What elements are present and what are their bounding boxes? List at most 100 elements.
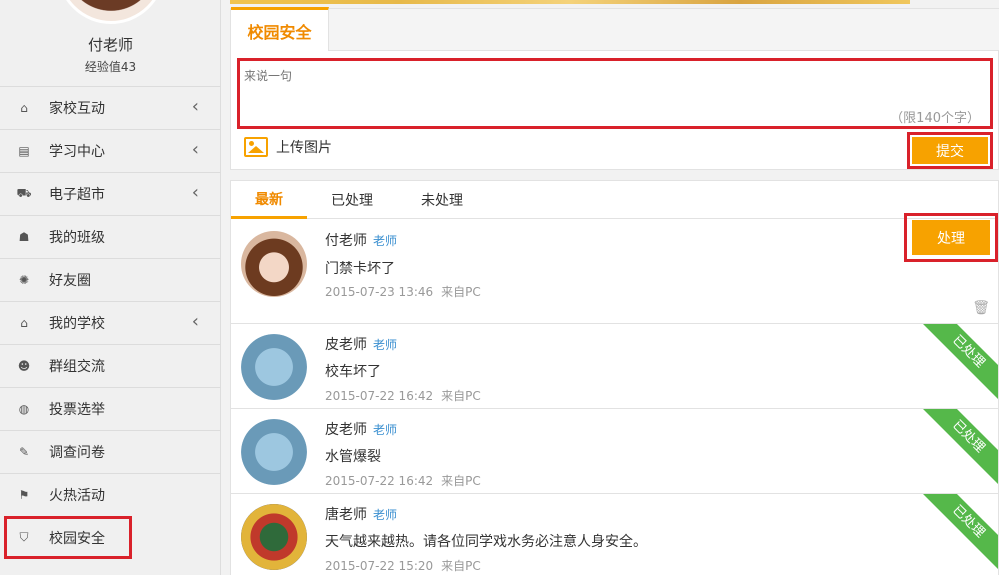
- item-timestamp: 2015-07-22 16:42: [325, 474, 434, 488]
- tab-processed[interactable]: 已处理: [307, 181, 397, 219]
- char-limit: （限140个字）: [890, 111, 980, 126]
- sidebar-item-campus-safety[interactable]: ⛉ 校园安全: [4, 516, 132, 559]
- processed-ribbon: 已处理: [920, 494, 998, 574]
- sidebar-item-activity[interactable]: ⚑ 火热活动: [0, 473, 221, 516]
- sidebar-item-label: 家校互动: [49, 101, 105, 117]
- item-text: 校车坏了: [325, 364, 381, 380]
- vote-icon: ◍: [18, 402, 30, 416]
- tab-latest[interactable]: 最新: [231, 181, 307, 219]
- user-name: 付老师: [87, 36, 133, 54]
- group-icon: ☗: [18, 230, 30, 244]
- edit-icon: ✎: [18, 445, 30, 459]
- author-role: 老师: [373, 338, 398, 352]
- sidebar-item-label: 学习中心: [49, 144, 105, 160]
- chevron-left-icon: ‹: [191, 311, 199, 332]
- sidebar: 付老师 经验值43 ⌂ 家校互动 ‹ ▤ 学习中心 ‹ ⛟ 电子超市 ‹ ☗ 我…: [0, 0, 221, 575]
- processed-label: 已处理: [920, 409, 998, 488]
- submit-button[interactable]: 提交: [912, 137, 988, 164]
- avatar[interactable]: [241, 334, 307, 400]
- handle-button[interactable]: 处理: [912, 220, 990, 255]
- cart-icon: ⛟: [16, 186, 32, 200]
- author-name[interactable]: 唐老师: [325, 507, 367, 523]
- item-source: 来自PC: [441, 474, 481, 488]
- sidebar-item-survey[interactable]: ✎ 调查问卷: [0, 430, 221, 473]
- item-author: 皮老师 老师: [325, 419, 397, 439]
- tab-unprocessed[interactable]: 未处理: [397, 181, 487, 219]
- sidebar-item-groups[interactable]: ☻ 群组交流: [0, 344, 221, 387]
- image-icon: [244, 137, 268, 157]
- user-avatar[interactable]: [57, 0, 165, 24]
- sidebar-item-label: 投票选举: [49, 402, 105, 418]
- author-role: 老师: [373, 234, 398, 248]
- item-text: 天气越来越热。请各位同学戏水务必注意人身安全。: [325, 534, 647, 550]
- report-list-panel: 最新 已处理 未处理 付老师 老师 门禁卡坏了 2015-07-23 13:46 来…: [230, 180, 999, 575]
- list-item: 付老师 老师 门禁卡坏了 2015-07-23 13:46 来自PC 处理 🗑: [231, 213, 998, 324]
- chevron-left-icon: ‹: [191, 139, 199, 160]
- avatar[interactable]: [241, 504, 307, 570]
- sidebar-item-friends[interactable]: ✺ 好友圈: [0, 258, 221, 301]
- item-author: 付老师 老师: [325, 230, 397, 250]
- sidebar-item-home-school[interactable]: ⌂ 家校互动 ‹: [0, 86, 221, 129]
- upload-image-button[interactable]: 上传图片: [244, 137, 332, 157]
- item-timestamp: 2015-07-23 13:46: [325, 285, 434, 299]
- processed-ribbon: 已处理: [920, 324, 998, 404]
- submit-highlight: 提交: [907, 132, 993, 169]
- author-name[interactable]: 皮老师: [325, 337, 367, 353]
- chevron-left-icon: ‹: [191, 96, 199, 117]
- list-item: 皮老师 老师 水管爆裂 2015-07-22 16:42 来自PC 已处理: [231, 409, 998, 494]
- sidebar-item-label: 火热活动: [49, 488, 105, 504]
- author-name[interactable]: 付老师: [325, 233, 367, 249]
- item-text: 门禁卡坏了: [325, 261, 395, 277]
- post-panel: 校园安全 （限140个字） 上传图片 提交: [230, 7, 999, 170]
- home-icon: ⌂: [20, 101, 28, 115]
- sidebar-item-label: 校园安全: [49, 530, 105, 547]
- sidebar-item-school[interactable]: ⌂ 我的学校 ‹: [0, 301, 221, 344]
- author-role: 老师: [373, 508, 398, 522]
- bank-icon: ⌂: [20, 316, 28, 330]
- chevron-left-icon: ‹: [191, 182, 199, 203]
- item-time: 2015-07-22 16:42 来自PC: [325, 472, 481, 489]
- flag-icon: ⚑: [18, 488, 30, 502]
- item-timestamp: 2015-07-22 16:42: [325, 389, 434, 403]
- item-source: 来自PC: [441, 389, 481, 403]
- item-source: 来自PC: [441, 559, 481, 573]
- trash-icon[interactable]: 🗑: [972, 300, 990, 316]
- user-exp: 经验值43: [84, 60, 137, 74]
- author-role: 老师: [373, 423, 398, 437]
- sidebar-item-label: 我的学校: [49, 316, 105, 332]
- item-time: 2015-07-22 16:42 来自PC: [325, 387, 481, 404]
- list-item: 唐老师 老师 天气越来越热。请各位同学戏水务必注意人身安全。 2015-07-22…: [231, 494, 998, 575]
- item-text: 水管爆裂: [325, 449, 381, 465]
- sidebar-item-vote[interactable]: ◍ 投票选举: [0, 387, 221, 430]
- tab-campus-safety[interactable]: 校园安全: [231, 7, 329, 51]
- list-item: 皮老师 老师 校车坏了 2015-07-22 16:42 来自PC 已处理: [231, 324, 998, 409]
- book-icon: ▤: [18, 144, 30, 158]
- sidebar-item-label: 群组交流: [49, 359, 105, 375]
- sidebar-item-study[interactable]: ▤ 学习中心 ‹: [0, 129, 221, 172]
- list-tabs: 最新 已处理 未处理: [231, 181, 998, 219]
- sidebar-nav: ⌂ 家校互动 ‹ ▤ 学习中心 ‹ ⛟ 电子超市 ‹ ☗ 我的班级 ✺ 好友圈 …: [0, 86, 221, 559]
- main-content: 校园安全 （限140个字） 上传图片 提交 最新 已处理 未处理 付老师老师 门…: [230, 0, 999, 575]
- processed-ribbon: 已处理: [920, 409, 998, 489]
- upload-label: 上传图片: [276, 140, 332, 156]
- post-input[interactable]: [240, 61, 990, 126]
- aperture-icon: ✺: [18, 273, 30, 287]
- sidebar-item-label: 调查问卷: [49, 445, 105, 461]
- sidebar-item-label: 好友圈: [49, 273, 91, 289]
- author-name[interactable]: 皮老师: [325, 422, 367, 438]
- sidebar-item-class[interactable]: ☗ 我的班级: [0, 215, 221, 258]
- processed-label: 已处理: [920, 324, 998, 403]
- item-author: 皮老师 老师: [325, 334, 397, 354]
- sidebar-item-store[interactable]: ⛟ 电子超市 ‹: [0, 172, 221, 215]
- handle-highlight: 处理: [904, 213, 998, 262]
- panel-tab-bar: 校园安全: [231, 7, 999, 51]
- sidebar-item-label: 电子超市: [49, 187, 105, 203]
- item-source: 来自PC: [441, 285, 481, 299]
- item-timestamp: 2015-07-22 15:20: [325, 559, 434, 573]
- banner-image: [230, 0, 910, 4]
- item-author: 唐老师 老师: [325, 504, 397, 524]
- avatar[interactable]: [241, 419, 307, 485]
- avatar[interactable]: [241, 231, 307, 297]
- item-time: 2015-07-22 15:20 来自PC: [325, 557, 481, 574]
- users-icon: ☻: [17, 359, 31, 373]
